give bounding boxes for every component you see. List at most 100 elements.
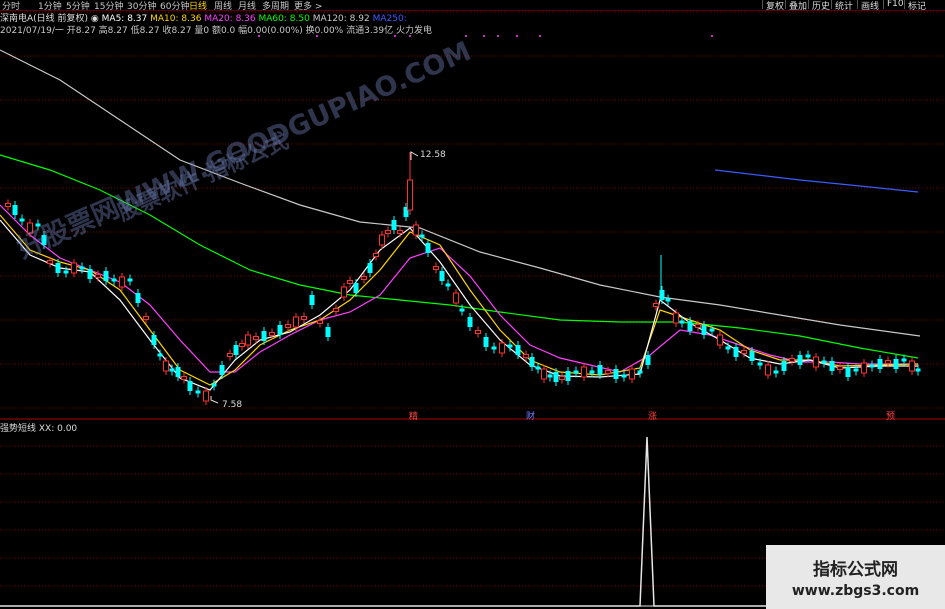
candle-body [589,370,595,374]
candle-body [227,353,233,357]
candle-body [397,230,403,234]
candle-body [467,317,473,327]
candle-body [665,298,671,302]
candle-body [95,274,101,278]
candle-body [385,230,391,234]
candle-body [233,345,239,355]
candle-body [621,374,627,378]
candle-body [861,362,867,374]
overlay-button[interactable]: 叠加 [785,0,810,12]
candle-body [673,312,679,324]
candle-body [285,324,291,328]
candle-body [909,360,915,372]
event-dot [483,35,485,37]
candle-body [433,266,439,270]
candle-body [261,331,267,341]
candle-body [63,270,69,274]
candle-body [499,342,505,354]
candle-body [55,263,61,273]
event-dot [539,35,541,37]
candle-body [717,334,723,346]
candle-body [853,368,859,372]
candle-body [573,370,579,374]
high-arrow-icon [410,151,419,160]
candle-body [605,370,611,374]
chart-canvas[interactable] [0,0,945,609]
price-annotations [210,151,419,404]
candle-body [391,220,397,230]
low-arrow-icon [210,396,219,404]
candle-body [637,370,643,374]
candle-body [333,308,339,312]
history-button[interactable]: 历史 [808,0,833,12]
candle-body [821,360,827,364]
candle-body [453,292,459,304]
candle-body [645,355,651,365]
candle-body [239,343,245,347]
candle-body [175,367,181,377]
stats-button[interactable]: 统计 [831,0,856,12]
candle-body [475,330,481,334]
candle-body [203,390,209,402]
candle-body [379,234,385,246]
candle-body [869,364,875,368]
event-dot [516,35,518,37]
candle-body [111,278,117,282]
candle-body [597,365,603,375]
candle-body [269,332,275,336]
candle-body [439,271,445,281]
candle-body [211,383,217,387]
candle-body [733,347,739,357]
candle-body [301,316,307,320]
candle-body [901,358,907,362]
candle-body [893,359,899,369]
candle-body [805,354,811,358]
candle-body [413,224,419,236]
candle-body [781,361,787,371]
candle-body [169,368,175,372]
candle-body [219,365,225,375]
tag-zhang[interactable]: 涨 [648,409,657,422]
candle-body [757,362,763,366]
candle-body [741,350,747,354]
candle-body [71,262,77,274]
candle-body [367,263,373,273]
indicator-value: XX: 0.00 [38,424,78,434]
event-dot [497,35,499,37]
candle-body [407,179,413,211]
candle-body [813,356,819,368]
candle-body [19,218,25,222]
candle-body [749,351,755,361]
candle-body [915,368,921,372]
candle-body [103,271,109,281]
candle-body [507,344,513,348]
candle-body [143,316,149,320]
candle-body [47,260,53,264]
mark-button[interactable]: 标记 [904,0,929,12]
high-price-label: 12.58 [420,150,446,160]
draw-button[interactable]: 画线 [857,0,882,12]
candle-body [535,366,541,370]
candle-body [87,269,93,279]
event-dot [465,35,467,37]
tag-jing[interactable]: 精 [409,409,418,422]
period-toolbar: 分时 1分钟 5分钟 15分钟 30分钟 60分钟 日线 周线 月线 多周期 更… [0,0,945,12]
candle-body [613,369,619,379]
candle-body [581,366,587,378]
candle-body [687,321,693,331]
candle-body [709,328,715,332]
adjust-button[interactable]: 复权 [762,0,787,12]
candle-body [559,376,565,380]
candle-body [679,320,685,324]
candle-body [347,280,353,284]
candle-body [245,334,251,346]
tag-yu[interactable]: 预 [886,409,895,422]
candle-body [541,368,547,380]
candle-body [789,358,795,362]
candle-body [5,203,11,207]
candle-body [79,266,85,270]
tag-cai[interactable]: 财 [526,409,535,422]
candle-body [419,234,425,238]
ma250-line [714,169,919,193]
candle-body [277,325,283,335]
